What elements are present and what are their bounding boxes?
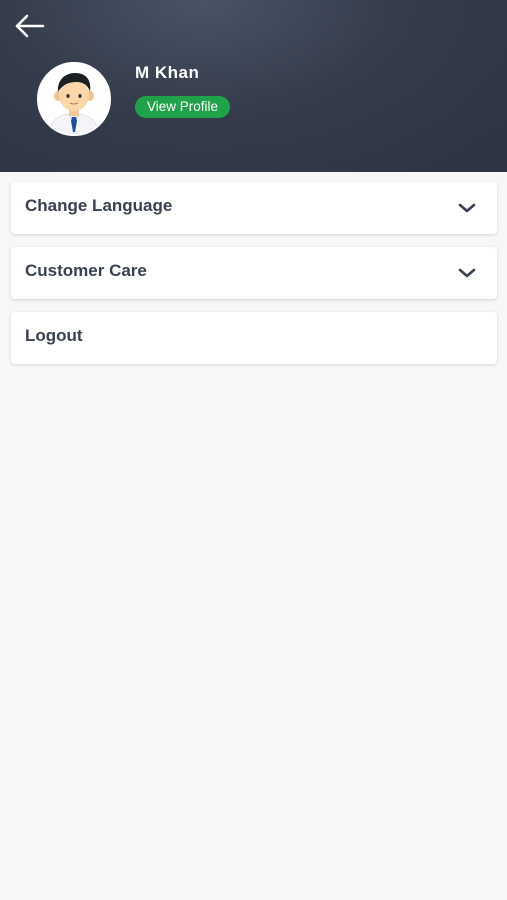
back-button[interactable] [12, 10, 48, 42]
menu-item-label: Change Language [25, 196, 173, 215]
menu-item-label: Customer Care [25, 261, 147, 280]
user-avatar-icon [39, 64, 109, 134]
settings-menu: Change Language Customer Care Logout [11, 182, 497, 377]
menu-item-logout[interactable]: Logout [11, 312, 497, 364]
menu-item-label: Logout [25, 326, 83, 345]
menu-item-change-language[interactable]: Change Language [11, 182, 497, 234]
avatar[interactable] [37, 62, 111, 136]
profile-header: M Khan View Profile [0, 0, 507, 172]
arrow-left-icon [15, 14, 45, 38]
chevron-down-icon [458, 268, 476, 278]
menu-item-customer-care[interactable]: Customer Care [11, 247, 497, 299]
view-profile-button[interactable]: View Profile [135, 96, 231, 118]
chevron-down-icon [458, 203, 476, 213]
user-name: M Khan [135, 63, 200, 82]
